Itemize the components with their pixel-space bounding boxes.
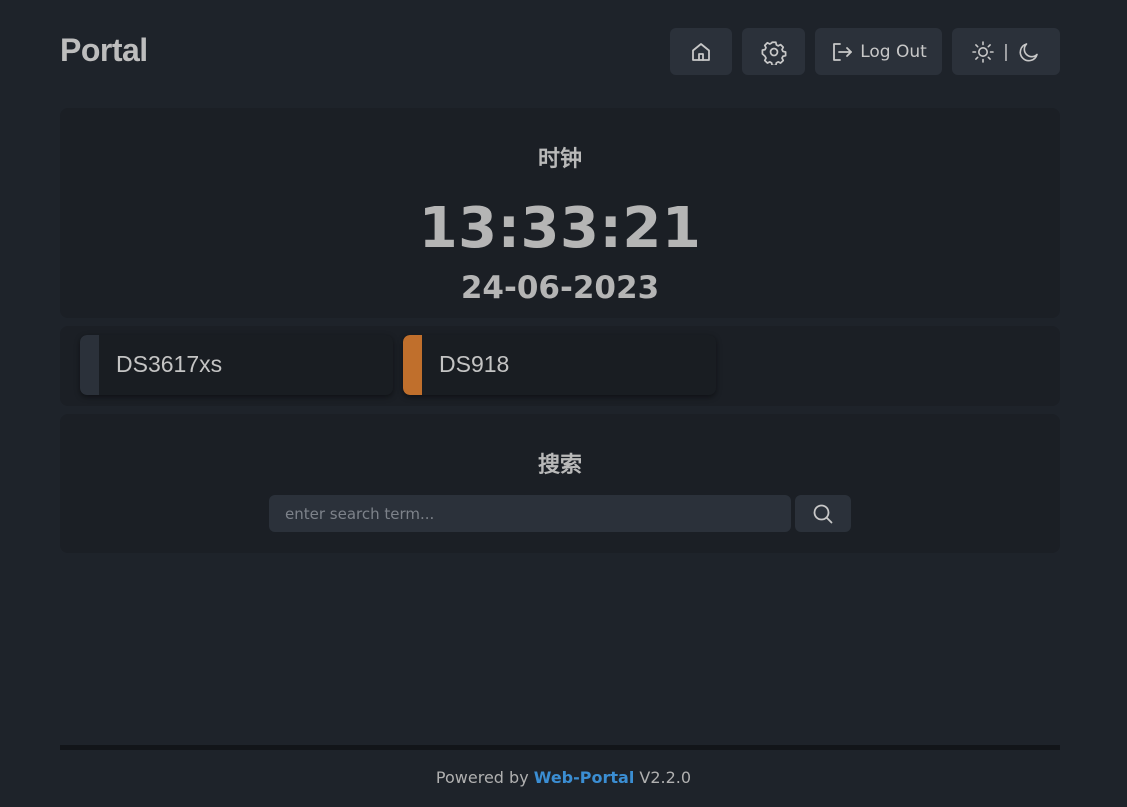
app-tile-ds918[interactable]: DS918 — [403, 335, 716, 395]
footer-version: V2.2.0 — [634, 768, 692, 787]
app-tile-ds3617xs[interactable]: DS3617xs — [80, 335, 393, 395]
theme-separator: | — [1003, 41, 1009, 62]
clock-card: 时钟 13:33:21 24-06-2023 — [60, 108, 1060, 318]
search-title: 搜索 — [537, 453, 582, 478]
header: Portal Log Out | — [60, 28, 1060, 75]
search-icon — [813, 504, 833, 523]
home-button[interactable] — [670, 28, 732, 75]
settings-button[interactable] — [742, 28, 805, 75]
theme-toggle[interactable]: | — [952, 28, 1060, 75]
clock-title: 时钟 — [537, 147, 582, 172]
footer-divider — [60, 745, 1060, 750]
apps-card: DS3617xs DS918 — [60, 326, 1060, 406]
search-button[interactable] — [795, 495, 851, 532]
logo[interactable]: Portal — [60, 32, 148, 69]
clock-time: 13:33:21 — [418, 196, 702, 261]
app-name: DS3617xs — [116, 351, 223, 377]
footer: Powered by Web-Portal V2.2.0 — [0, 768, 1127, 787]
logout-icon — [833, 42, 853, 61]
moon-icon[interactable] — [1017, 40, 1041, 64]
clock-date: 24-06-2023 — [460, 270, 660, 306]
sun-icon[interactable] — [971, 40, 995, 64]
gear-icon — [761, 40, 786, 65]
app-color-stripe — [80, 335, 99, 395]
app-color-stripe — [403, 335, 422, 395]
footer-link[interactable]: Web-Portal — [534, 768, 635, 787]
search-input[interactable] — [269, 495, 791, 532]
search-card: 搜索 — [60, 414, 1060, 553]
logout-button[interactable]: Log Out — [815, 28, 942, 75]
footer-prefix: Powered by — [435, 768, 534, 787]
logout-label: Log Out — [860, 41, 927, 62]
home-icon — [692, 42, 710, 61]
app-name: DS918 — [439, 351, 510, 377]
